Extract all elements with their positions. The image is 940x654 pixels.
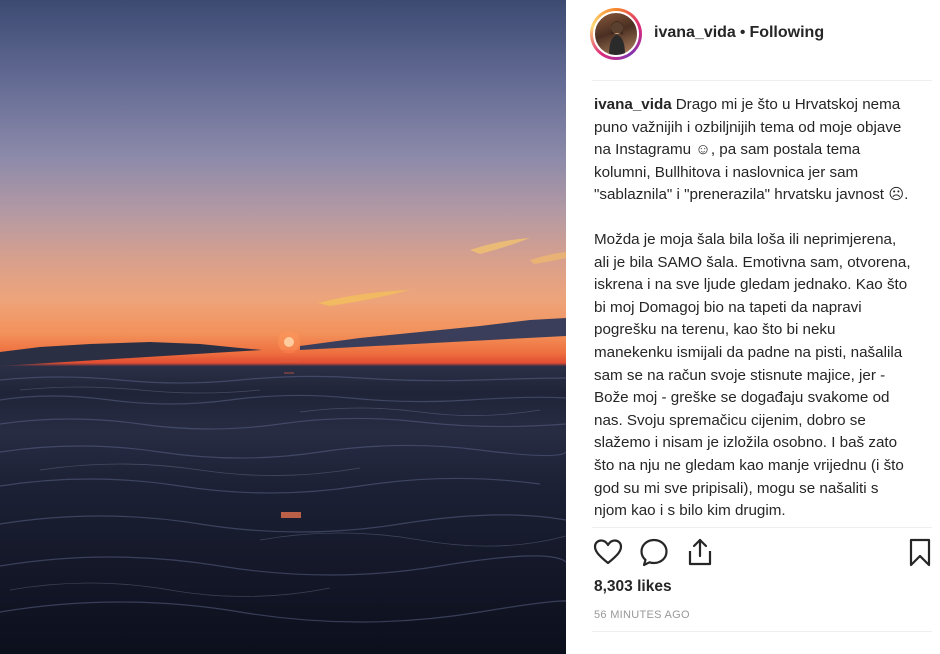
comment-icon[interactable] [638, 536, 670, 568]
caption-username[interactable]: ivana_vida [594, 96, 672, 113]
avatar[interactable] [590, 8, 642, 60]
header-username[interactable]: ivana_vida [654, 24, 736, 41]
likes-count[interactable]: 8,303 likes [594, 578, 672, 596]
share-icon[interactable] [684, 536, 716, 568]
sunset-scene [0, 238, 566, 623]
bookmark-icon[interactable] [904, 536, 936, 568]
post-caption: ivana_vida Drago mi je što u Hrvatskoj ne… [594, 94, 914, 526]
action-bar [592, 536, 936, 572]
follow-button[interactable]: Following [749, 24, 824, 41]
caption-paragraph-1: ivana_vida Drago mi je što u Hrvatskoj ne… [594, 94, 914, 207]
footer-divider [592, 631, 932, 632]
post-photo[interactable] [0, 0, 566, 654]
header-divider [592, 80, 932, 81]
heart-icon[interactable] [592, 536, 624, 568]
caption-paragraph-2: Možda je moja šala bila loša ili neprimj… [594, 230, 911, 520]
caption-divider [592, 527, 932, 528]
avatar-image [593, 11, 639, 57]
post-timestamp[interactable]: 56 MINUTES AGO [594, 609, 690, 621]
post-header: ivana_vida • Following [566, 0, 940, 68]
post-details-panel: ivana_vida • Following ivana_vida Drago mi … [566, 0, 940, 654]
header-separator: • [739, 24, 746, 41]
